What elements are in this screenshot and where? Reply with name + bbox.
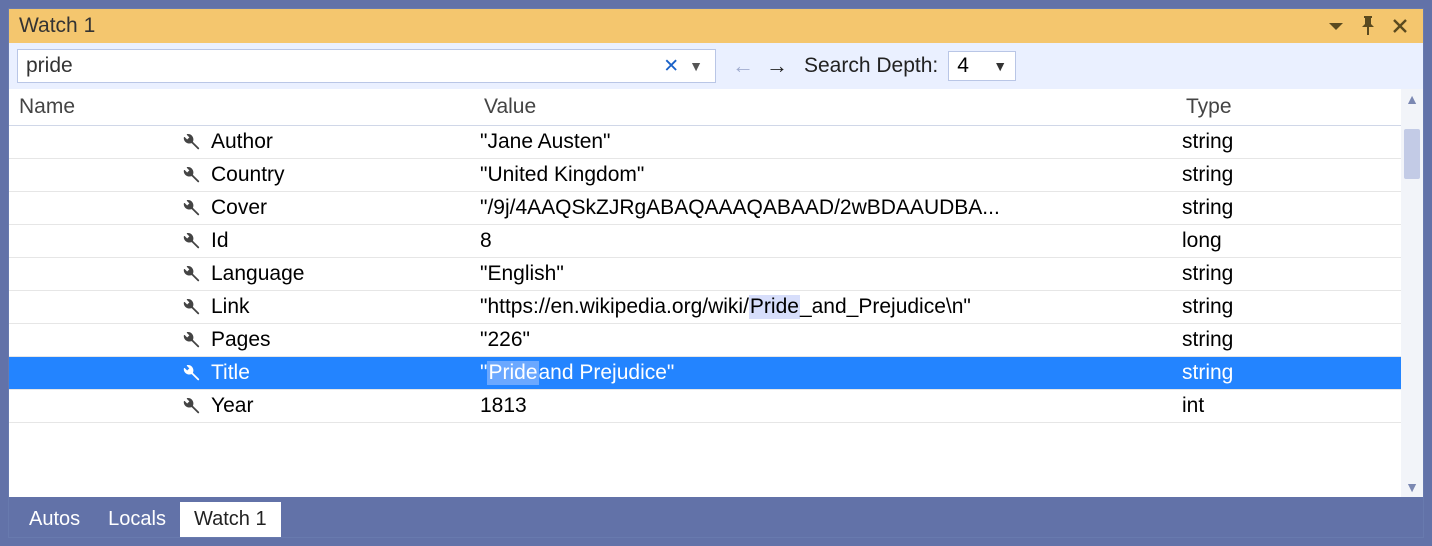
cell-name: Id [9,225,474,257]
grid-row[interactable]: Id 8long [9,225,1401,258]
grid-row[interactable]: Country "United Kingdom"string [9,159,1401,192]
wrench-icon [179,296,201,318]
cell-value[interactable]: "Jane Austen" [474,126,1176,158]
wrench-icon [179,329,201,351]
cell-value[interactable]: "Pride and Prejudice" [474,357,1176,389]
cell-value[interactable]: "226" [474,324,1176,356]
cell-type: string [1176,126,1401,158]
tab-locals[interactable]: Locals [94,502,180,537]
search-depth-select[interactable]: 4 ▼ [948,51,1016,81]
watch-grid: Name Value Type Author"Jane Austen"strin… [9,89,1423,497]
window-options-button[interactable] [1323,13,1349,39]
search-highlight: Pride [487,361,538,385]
search-box: ✕ ▼ [17,49,716,83]
search-highlight: Pride [749,295,800,319]
wrench-icon [179,131,201,153]
cell-type: int [1176,390,1401,422]
toolbar: ✕ ▼ ← → Search Depth: 4 ▼ [9,43,1423,89]
cell-type: string [1176,357,1401,389]
cell-value[interactable]: "United Kingdom" [474,159,1176,191]
pin-button[interactable] [1355,13,1381,39]
wrench-icon [179,395,201,417]
cell-name: Pages [9,324,474,356]
find-previous-button[interactable]: ← [732,53,754,79]
scrollbar-thumb[interactable] [1404,129,1420,179]
grid-row[interactable]: Title "Pride and Prejudice"string [9,357,1401,390]
search-dropdown-icon[interactable]: ▼ [685,58,707,74]
clear-search-icon[interactable]: ✕ [657,55,685,78]
bottom-tabs: AutosLocalsWatch 1 [9,497,1423,537]
grid-row[interactable]: Link "https://en.wikipedia.org/wiki/Pride… [9,291,1401,324]
cell-value[interactable]: 8 [474,225,1176,257]
wrench-icon [179,263,201,285]
wrench-icon [179,362,201,384]
cell-name: Link [9,291,474,323]
grid-row[interactable]: Pages "226"string [9,324,1401,357]
cell-value[interactable]: 1813 [474,390,1176,422]
tab-autos[interactable]: Autos [15,502,94,537]
cell-type: long [1176,225,1401,257]
cell-name: Title [9,357,474,389]
cell-name: Country [9,159,474,191]
property-name: Title [211,361,250,385]
cell-type: string [1176,159,1401,191]
property-name: Pages [211,328,271,352]
property-name: Language [211,262,304,286]
column-header-value[interactable]: Value [474,89,1176,125]
cell-type: string [1176,324,1401,356]
grid-row[interactable]: Year 1813int [9,390,1401,423]
grid-row[interactable]: Language "English"string [9,258,1401,291]
cell-name: Author [9,126,474,158]
property-name: Cover [211,196,267,220]
titlebar: Watch 1 [9,9,1423,43]
property-name: Country [211,163,285,187]
grid-header: Name Value Type [9,89,1401,126]
wrench-icon [179,230,201,252]
panel-title: Watch 1 [19,14,1317,38]
find-next-button[interactable]: → [766,53,788,79]
watch-panel: Watch 1 ✕ ▼ ← → Search Depth: 4 ▼ [8,8,1424,538]
property-name: Link [211,295,250,319]
search-input[interactable] [26,54,657,78]
scroll-up-icon[interactable]: ▲ [1401,91,1423,107]
column-header-name[interactable]: Name [9,89,474,125]
close-button[interactable] [1387,13,1413,39]
wrench-icon [179,164,201,186]
property-name: Year [211,394,253,418]
grid-row[interactable]: Cover "/9j/4AAQSkZJRgABAQAAAQABAAD/2wBDAA… [9,192,1401,225]
cell-type: string [1176,192,1401,224]
grid-row[interactable]: Author "Jane Austen"string [9,126,1401,159]
cell-name: Language [9,258,474,290]
tab-watch-1[interactable]: Watch 1 [180,502,281,537]
cell-name: Cover [9,192,474,224]
cell-value[interactable]: "https://en.wikipedia.org/wiki/Pride_and… [474,291,1176,323]
column-header-type[interactable]: Type [1176,89,1401,125]
search-depth-label: Search Depth: [804,54,938,78]
cell-value[interactable]: "English" [474,258,1176,290]
scroll-down-icon[interactable]: ▼ [1401,479,1423,495]
cell-name: Year [9,390,474,422]
cell-value[interactable]: "/9j/4AAQSkZJRgABAQAAAQABAAD/2wBDAAUDBA.… [474,192,1176,224]
cell-type: string [1176,258,1401,290]
property-name: Author [211,130,273,154]
cell-type: string [1176,291,1401,323]
vertical-scrollbar[interactable]: ▲ ▼ [1401,89,1423,497]
search-nav: ← → [726,53,794,79]
wrench-icon [179,197,201,219]
property-name: Id [211,229,229,253]
chevron-down-icon: ▼ [993,58,1007,74]
search-depth-value: 4 [957,54,981,78]
